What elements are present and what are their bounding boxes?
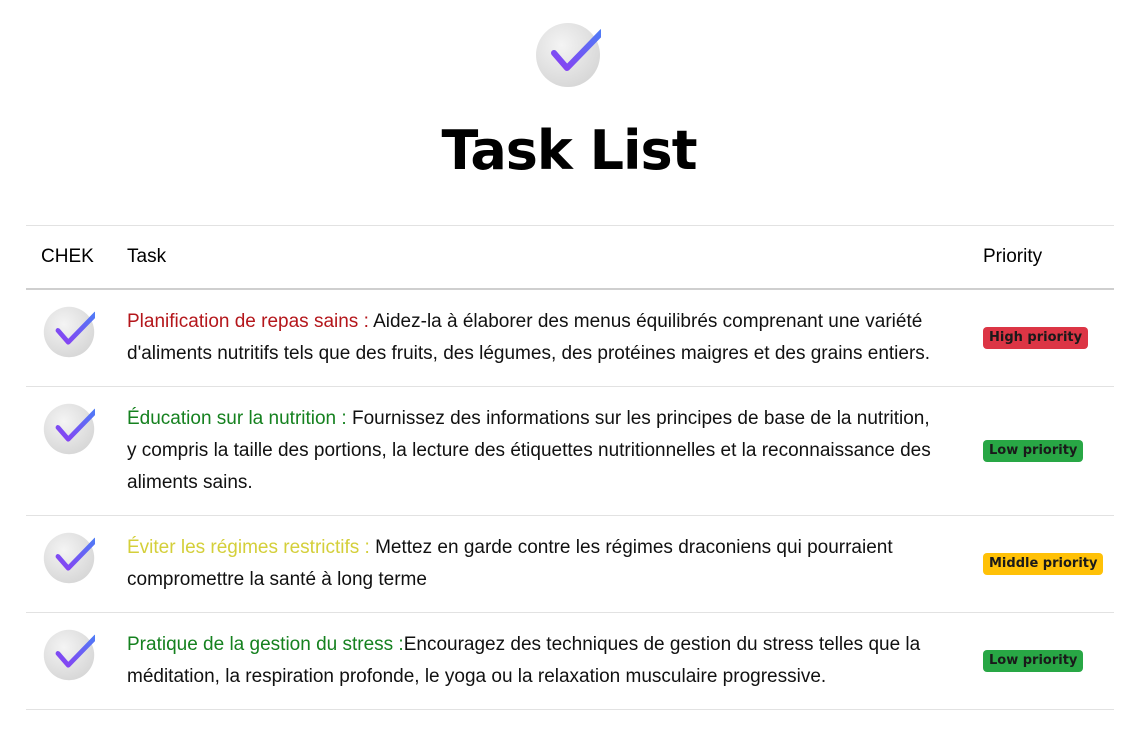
priority-cell: Middle priority [983,515,1114,613]
task-table: CHEK Task Priority Planification de repa… [26,225,1114,710]
task-cell: Éducation sur la nutrition : Fournissez … [127,386,983,516]
task-table-container: CHEK Task Priority Planification de repa… [26,225,1114,710]
table-row: Planification de repas sains : Aidez-la … [26,289,1114,387]
task-list-page: Task List CHEK Task Priority Planificati… [0,0,1138,732]
check-circle-icon[interactable] [43,532,95,584]
check-cell [26,386,127,516]
check-cell [26,515,127,613]
priority-cell: Low priority [983,386,1114,516]
priority-badge: Low priority [983,650,1084,672]
table-header-row: CHEK Task Priority [26,225,1114,290]
check-cell [26,289,127,387]
priority-badge: Middle priority [983,553,1104,575]
task-name: Pratique de la gestion du stress : [127,634,404,655]
column-header-task: Task [127,225,983,290]
task-name: Planification de repas sains : [127,311,374,332]
priority-badge: High priority [983,327,1089,349]
task-name: Éducation sur la nutrition : [127,408,352,429]
column-header-check: CHEK [26,225,127,290]
check-cell [26,612,127,710]
task-cell: Planification de repas sains : Aidez-la … [127,289,983,387]
priority-badge: Low priority [983,440,1084,462]
task-cell: Éviter les régimes restrictifs : Mettez … [127,515,983,613]
task-rows: Planification de repas sains : Aidez-la … [26,289,1114,710]
priority-cell: High priority [983,289,1114,387]
check-circle-icon [536,23,601,87]
page-title: Task List [441,119,697,182]
check-circle-icon[interactable] [43,403,95,455]
column-header-priority: Priority [983,225,1114,290]
task-cell: Pratique de la gestion du stress :Encour… [127,612,983,710]
priority-cell: Low priority [983,612,1114,710]
task-name: Éviter les régimes restrictifs : [127,537,376,558]
check-circle-icon[interactable] [43,629,95,681]
check-circle-icon[interactable] [43,306,95,358]
table-row: Éducation sur la nutrition : Fournissez … [26,386,1114,516]
table-row: Éviter les régimes restrictifs : Mettez … [26,515,1114,613]
table-row: Pratique de la gestion du stress :Encour… [26,612,1114,710]
